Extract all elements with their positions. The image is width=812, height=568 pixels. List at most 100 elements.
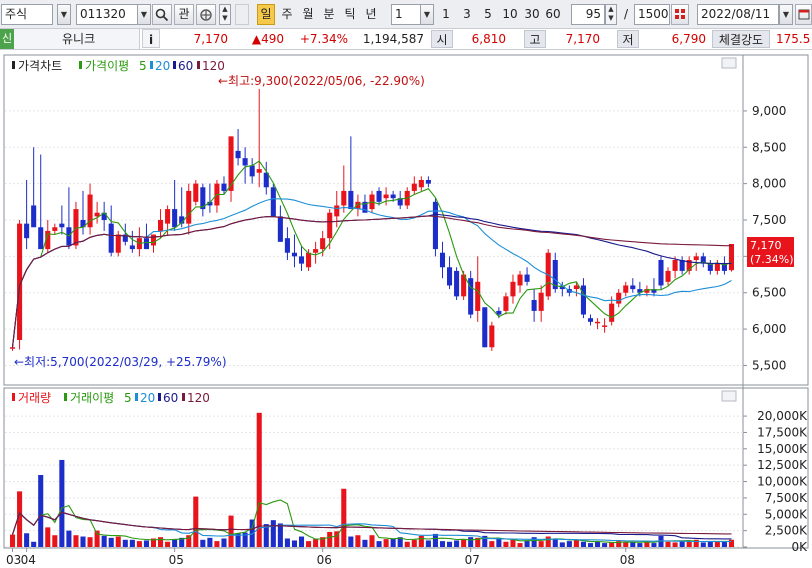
minute-button-3[interactable]: 3 [459, 4, 475, 25]
period-tick[interactable]: 틱 [342, 4, 358, 25]
minute-button-30[interactable]: 30 [522, 4, 542, 25]
stock-info-button[interactable]: i [142, 29, 160, 48]
volume-bar [672, 542, 678, 547]
period-minute-label: 분 [323, 7, 335, 21]
interval-select[interactable]: 1 [391, 4, 421, 25]
search-button[interactable] [152, 4, 172, 25]
period-week[interactable]: 주 [279, 4, 295, 25]
period-tick-label: 틱 [344, 7, 356, 21]
candle-body [348, 190, 354, 210]
price-legend-marker [12, 61, 15, 69]
x-axis-month-label: 04 [21, 553, 36, 567]
link-icon [200, 9, 212, 21]
volume-ma60-legend-marker [158, 393, 161, 401]
link-button[interactable] [196, 4, 216, 25]
grid-settings-button[interactable] [671, 4, 689, 25]
period-day[interactable]: 일 [257, 4, 275, 25]
count-stepper[interactable]: ▲ ▼ [605, 4, 617, 25]
volume-bar [80, 536, 86, 547]
volume-bar [221, 538, 227, 547]
candle-body [334, 205, 340, 217]
candle-body [418, 180, 424, 188]
candle-body [284, 238, 290, 253]
candle-body [587, 318, 594, 322]
date-dropdown-arrow-icon[interactable]: ▼ [779, 4, 793, 25]
volume-bar [390, 538, 396, 547]
period-month-label: 월 [302, 7, 314, 21]
stock-code-value: 011320 [80, 7, 126, 21]
count-value: 95 [585, 7, 601, 21]
candle-body [714, 263, 720, 271]
period-year[interactable]: 년 [363, 4, 379, 25]
candle-body [383, 194, 389, 199]
code-dropdown-arrow-icon[interactable]: ▼ [137, 4, 151, 25]
count-input[interactable]: 95 [571, 4, 605, 25]
quote-bar: 신 유니크 i 7,170 ▲490 +7.34% 1,194,587 시 6,… [0, 29, 812, 50]
prev-next-stepper[interactable]: ▲ ▼ [219, 4, 231, 25]
market-dropdown-arrow-icon[interactable]: ▼ [57, 4, 71, 25]
calendar-button[interactable] [795, 4, 812, 25]
open-price: 6,810 [456, 29, 506, 49]
credit-badge-label: 신 [1, 32, 13, 45]
volume-bar [24, 533, 30, 547]
candle-body [693, 256, 699, 260]
high-label: 고 [524, 30, 546, 48]
volume-bar [87, 537, 93, 547]
volume-y-tick-label: 17,500K [757, 425, 808, 439]
volume-bar [411, 539, 417, 547]
volume-bar [277, 523, 283, 547]
stock-name-text: 유니크 [62, 32, 96, 46]
volume-bar [284, 538, 290, 547]
minute-button-1[interactable]: 1 [438, 4, 454, 25]
volume-bar [186, 535, 192, 547]
volume-bar [108, 537, 114, 547]
interval-dropdown-arrow-icon[interactable]: ▼ [420, 4, 434, 25]
price-panel-collapse-button[interactable] [721, 57, 737, 69]
candle-body [411, 183, 417, 191]
candle-body [291, 252, 298, 257]
volume-bar [454, 540, 460, 547]
minute-button-10[interactable]: 10 [500, 4, 520, 25]
volume-bar [59, 459, 65, 547]
volume-bar [327, 531, 333, 547]
candle-body [503, 296, 509, 311]
volume-ma20-legend: 20 [140, 391, 155, 405]
candle-body [482, 307, 488, 348]
open-label-text: 시 [436, 33, 448, 47]
volume-bar [503, 541, 509, 547]
price-ma60-legend-marker [173, 61, 176, 69]
price-ma120-legend: 120 [202, 59, 225, 73]
date-input[interactable]: 2022/08/11 [697, 4, 779, 25]
price-change-value: ▲490 [251, 32, 284, 46]
volume-bar [136, 541, 142, 547]
candle-body [665, 270, 671, 282]
volume-bar [31, 541, 37, 547]
candle-body [446, 267, 453, 286]
high-price: 7,170 [550, 29, 600, 49]
low-label-text: 저 [622, 33, 634, 47]
market-select[interactable]: 주식 [1, 4, 53, 25]
volume-ma120-legend-marker [182, 393, 185, 401]
stock-code-input[interactable]: 011320 [76, 4, 138, 25]
volume-ma60-legend: 60 [163, 391, 178, 405]
period-month[interactable]: 월 [300, 4, 316, 25]
period-minute[interactable]: 분 [321, 4, 337, 25]
price-change: ▲490 [232, 29, 284, 49]
volume-bar [101, 535, 107, 547]
candle-body [602, 325, 608, 327]
candle-body [52, 227, 58, 231]
favorite-button[interactable]: 관 [174, 4, 194, 25]
price-legend: 가격차트 가격이평 5 20 60 120 [12, 59, 225, 73]
x-axis-month-label: 05 [169, 553, 184, 567]
candle-body [580, 285, 586, 315]
strength-value-text: 175.5 [776, 32, 811, 46]
volume-panel-collapse-button[interactable] [721, 390, 737, 402]
minute-button-5[interactable]: 5 [480, 4, 496, 25]
chart-canvas[interactable]: 9,0008,5008,0007,5007,0006,5006,0005,500… [0, 50, 812, 568]
volume-bar [122, 539, 128, 547]
low-label: 저 [617, 30, 639, 48]
price-y-tick-label: 7,500 [752, 213, 786, 227]
candle-body [313, 249, 319, 253]
minute-button-60[interactable]: 60 [543, 4, 563, 25]
volume-bar [383, 539, 389, 547]
